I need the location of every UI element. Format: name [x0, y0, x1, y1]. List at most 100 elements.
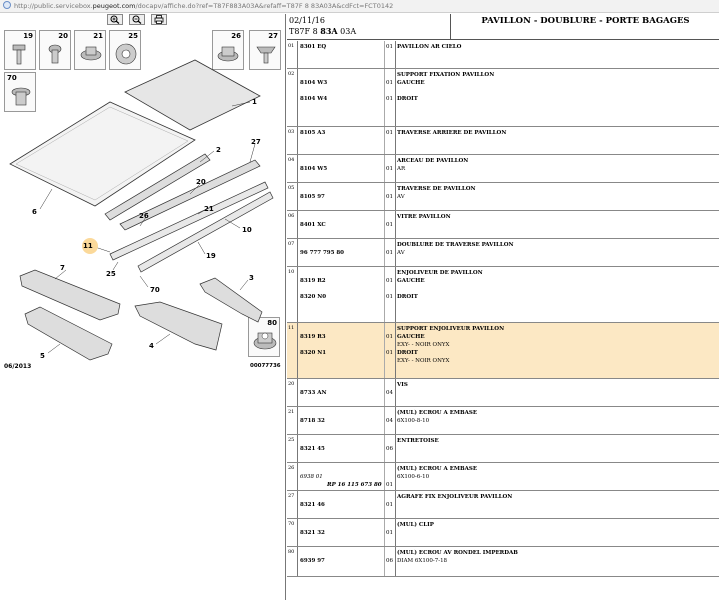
part-line: RP 16 115 673 80 01: [287, 481, 719, 490]
part-quantity: 04: [386, 418, 393, 424]
part-quantity: 04: [386, 390, 393, 396]
table-row[interactable]: 25 ENTRETOISE 8321 45 06: [287, 435, 719, 463]
table-row[interactable]: 10 ENJOLIVEUR DE PAVILLON 8319 R2 01 GAUCHE 8…: [287, 267, 719, 323]
part-line: 8105 A3 01 TRAVERSE ARRIERE DE PAVILLON: [287, 129, 719, 138]
part-reference: 8104 W5: [300, 166, 328, 172]
table-row[interactable]: 04 ARCEAU DE PAVILLON 8104 W5 01 AR: [287, 155, 719, 183]
callout-4[interactable]: 4: [149, 342, 154, 350]
part-line: 96 777 795 80 01 AV: [287, 249, 719, 258]
table-row[interactable]: 27 AGRAFE FIX ENJOLIVEUR PAVILLON 8321 46 0…: [287, 491, 719, 519]
part-quantity: 01: [386, 502, 393, 508]
url-domain: peugeot.com: [92, 2, 136, 10]
callout-1[interactable]: 1: [252, 98, 257, 106]
callout-27[interactable]: 27: [251, 138, 261, 146]
header-info: 02/11/16 T87F 8 83A 03A: [287, 14, 451, 40]
table-row[interactable]: 07 DOUBLURE DE TRAVERSE PAVILLON 96 777 79…: [287, 239, 719, 267]
header-code: T87F 8 83A 03A: [289, 26, 357, 36]
part-reference: 8401 XC: [300, 222, 326, 228]
part-line: 8321 45 06: [287, 445, 719, 454]
part-line: 8301 EQ 01 PAVILLON AR CIELO: [287, 43, 719, 52]
part-reference: 8104 W4: [300, 96, 328, 102]
part-quantity: 01: [386, 294, 393, 300]
callout-26[interactable]: 26: [139, 212, 149, 220]
part-quantity: 01: [386, 530, 393, 536]
part-reference: 8321 32: [300, 530, 325, 536]
part-quantity: 01: [386, 222, 393, 228]
callout-6[interactable]: 6: [32, 208, 37, 216]
callout-11[interactable]: 11: [83, 242, 93, 250]
callout-3[interactable]: 3: [249, 274, 254, 282]
callout-2[interactable]: 2: [216, 146, 221, 154]
part-reference: 8733 AN: [300, 390, 327, 396]
illustration-ref: 00077736: [250, 363, 281, 369]
table-row[interactable]: 80 (MUL) ECROU AV RONDEL IMPERDAB 6939 97 0…: [287, 547, 719, 577]
part-description: TRAVERSE ARRIERE DE PAVILLON: [397, 130, 507, 136]
part-quantity: 01: [386, 166, 393, 172]
url-rest: /docapv/affiche.do?ref=T87F883A03A&refaf…: [135, 2, 394, 10]
table-row[interactable]: 05 TRAVERSE DE PAVILLON 8105 97 01 AV: [287, 183, 719, 211]
part-quantity: 01: [386, 250, 393, 256]
part-description: DROIT: [397, 96, 418, 102]
callout-7[interactable]: 7: [60, 264, 65, 272]
table-row[interactable]: 70 (MUL) CLIP 8321 32 01: [287, 519, 719, 547]
part-description: AR: [397, 166, 406, 172]
part-line: 8321 32 01: [287, 529, 719, 538]
part-reference: 8105 A3: [300, 130, 326, 136]
table-row[interactable]: 06 VITRE PAVILLON 8401 XC 01: [287, 211, 719, 239]
callout-21[interactable]: 21: [204, 205, 214, 213]
part-reference: 8105 97: [300, 194, 325, 200]
table-row[interactable]: 20 VIS 8733 AN 04: [287, 379, 719, 407]
part-quantity: 01: [386, 44, 393, 50]
url-prefix: http://public.servicebox.: [14, 2, 93, 10]
exploded-diagram: 1 2 27 20 26 21 6 11 10 25 19 70 7 3 4 5: [9, 59, 274, 361]
part-description: DIAM 6X100-7-18: [397, 558, 448, 564]
part-description: DROIT: [397, 294, 418, 300]
table-row[interactable]: 21 (MUL) ECROU A EMBASE 8718 32 04 6X100-8-1…: [287, 407, 719, 435]
part-line: 8718 32 04 6X100-8-10: [287, 417, 719, 426]
part-description: AV: [397, 194, 405, 200]
table-row[interactable]: 03 8105 A3 01 TRAVERSE ARRIERE DE PAVILLON: [287, 127, 719, 155]
part-description: PAVILLON AR CIELO: [397, 44, 462, 50]
part-line: 6939 97 06 DIAM 6X100-7-18: [287, 557, 719, 566]
part-description: AV: [397, 250, 405, 256]
parts-pane: 02/11/16 T87F 8 83A 03A PAVILLON - DOUBL…: [287, 14, 719, 600]
part-line: 8105 97 01 AV: [287, 193, 719, 202]
part-quantity: 06: [386, 446, 393, 452]
callout-5[interactable]: 5: [40, 352, 45, 360]
part-description: EXY- - NOIR ONYX: [397, 358, 450, 364]
page-title: PAVILLON - DOUBLURE - PORTE BAGAGES: [481, 16, 690, 26]
part-line: 8320 N0 01 DROIT: [287, 293, 719, 302]
part-reference: 8321 46: [300, 502, 325, 508]
address-bar[interactable]: http://public.servicebox.peugeot.com/doc…: [0, 0, 719, 13]
rear-crossmember: [199, 277, 263, 323]
part-line: 8104 W5 01 AR: [287, 165, 719, 174]
part-reference: 6939 97: [300, 558, 325, 564]
part-reference: 8718 32: [300, 418, 325, 424]
callout-20[interactable]: 20: [196, 178, 206, 186]
part-quantity: 01: [386, 194, 393, 200]
callout-19[interactable]: 19: [206, 252, 216, 260]
table-row[interactable]: 11 SUPPORT ENJOLIVEUR PAVILLON 8319 R3 01 GA…: [287, 323, 719, 379]
table-row[interactable]: 01 8301 EQ 01 PAVILLON AR CIELO: [287, 41, 719, 69]
part-description: 6X100-8-10: [397, 418, 430, 424]
part-line: 8321 46 01: [287, 501, 719, 510]
part-line: EXY- - NOIR ONYX: [287, 357, 719, 366]
table-row[interactable]: 02 SUPPORT FIXATION PAVILLON 8104 W3 01 GAUC…: [287, 69, 719, 127]
part-quantity: 01: [386, 130, 393, 136]
parts-header: 02/11/16 T87F 8 83A 03A PAVILLON - DOUBL…: [287, 14, 719, 40]
globe-icon: [3, 1, 11, 9]
part-line: 8104 W4 01 DROIT: [287, 95, 719, 104]
part-line: 8401 XC 01: [287, 221, 719, 230]
part-quantity: 01: [386, 482, 393, 488]
table-row[interactable]: 26 (MUL) ECROU A EMBASE 6938 01 6X100-6-10 R…: [287, 463, 719, 491]
replacement-reference: RP 16 115 673 80: [327, 482, 382, 488]
header-date: 02/11/16: [289, 16, 325, 25]
part-line: 8733 AN 04: [287, 389, 719, 398]
callout-70[interactable]: 70: [150, 286, 160, 294]
part-quantity: 01: [386, 96, 393, 102]
callout-10[interactable]: 10: [242, 226, 252, 234]
part-reference: 8321 45: [300, 446, 325, 452]
illustration-date: 06/2013: [4, 363, 32, 370]
callout-25[interactable]: 25: [106, 270, 116, 278]
part-reference: 96 777 795 80: [300, 250, 345, 256]
